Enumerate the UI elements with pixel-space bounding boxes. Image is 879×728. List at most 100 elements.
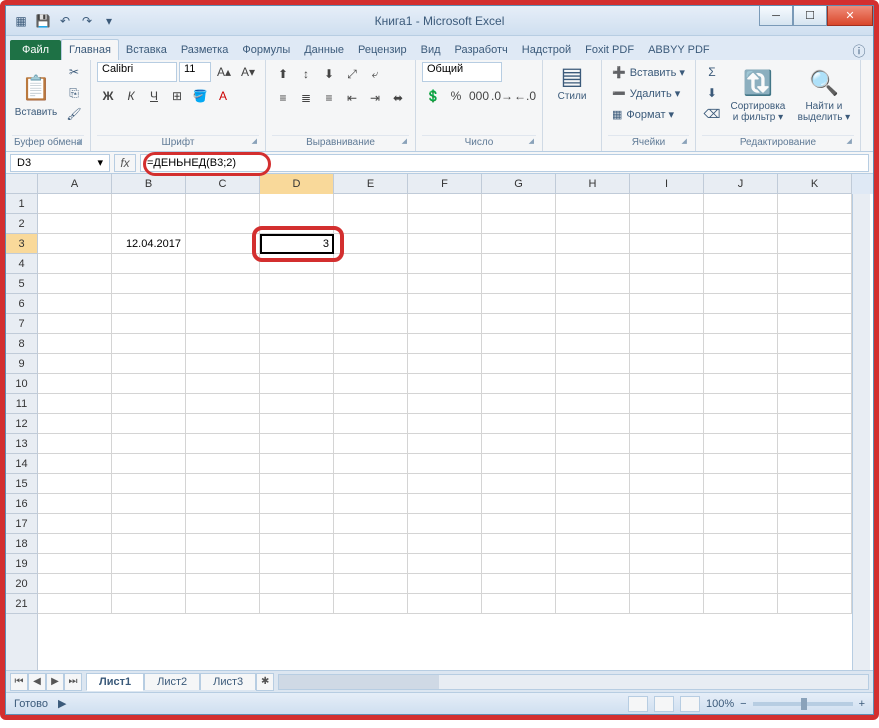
cell-C6[interactable] [186, 294, 260, 314]
cell-K14[interactable] [778, 454, 852, 474]
cell-I4[interactable] [630, 254, 704, 274]
cell-A6[interactable] [38, 294, 112, 314]
cell-H6[interactable] [556, 294, 630, 314]
find-select-button[interactable]: 🔍 Найти и выделить ▾ [794, 62, 854, 128]
cell-C18[interactable] [186, 534, 260, 554]
cell-A14[interactable] [38, 454, 112, 474]
row-header-8[interactable]: 8 [6, 334, 37, 354]
sheet-nav-first[interactable]: ⏮ [10, 673, 28, 691]
cell-J2[interactable] [704, 214, 778, 234]
cell-J13[interactable] [704, 434, 778, 454]
cell-I11[interactable] [630, 394, 704, 414]
cell-K9[interactable] [778, 354, 852, 374]
formula-input[interactable]: =ДЕНЬНЕД(B3;2) [140, 154, 869, 172]
tab-review[interactable]: Рецензир [351, 40, 414, 60]
cell-B17[interactable] [112, 514, 186, 534]
cell-D19[interactable] [260, 554, 334, 574]
cell-A8[interactable] [38, 334, 112, 354]
zoom-in-button[interactable]: + [859, 698, 865, 710]
cell-B20[interactable] [112, 574, 186, 594]
tab-addins[interactable]: Надстрой [515, 40, 578, 60]
currency-button[interactable]: 💲 [422, 86, 444, 106]
cell-D4[interactable] [260, 254, 334, 274]
cell-J6[interactable] [704, 294, 778, 314]
cell-J16[interactable] [704, 494, 778, 514]
cell-G4[interactable] [482, 254, 556, 274]
horizontal-scrollbar[interactable] [278, 674, 869, 690]
cell-F21[interactable] [408, 594, 482, 614]
orientation-button[interactable]: ⤢ [341, 64, 363, 84]
cell-B12[interactable] [112, 414, 186, 434]
cell-F2[interactable] [408, 214, 482, 234]
cell-B7[interactable] [112, 314, 186, 334]
cell-F5[interactable] [408, 274, 482, 294]
cell-D1[interactable] [260, 194, 334, 214]
cell-F1[interactable] [408, 194, 482, 214]
row-header-3[interactable]: 3 [6, 234, 37, 254]
cell-B19[interactable] [112, 554, 186, 574]
cell-B13[interactable] [112, 434, 186, 454]
cell-G21[interactable] [482, 594, 556, 614]
row-header-5[interactable]: 5 [6, 274, 37, 294]
cell-F10[interactable] [408, 374, 482, 394]
cell-G2[interactable] [482, 214, 556, 234]
cell-K17[interactable] [778, 514, 852, 534]
cell-I3[interactable] [630, 234, 704, 254]
cell-D5[interactable] [260, 274, 334, 294]
cell-I20[interactable] [630, 574, 704, 594]
sort-filter-button[interactable]: 🔃 Сортировка и фильтр ▾ [726, 62, 790, 128]
align-bottom-button[interactable]: ⬇ [318, 64, 340, 84]
select-all-corner[interactable] [6, 174, 38, 194]
cell-K18[interactable] [778, 534, 852, 554]
cell-A10[interactable] [38, 374, 112, 394]
cell-F4[interactable] [408, 254, 482, 274]
row-header-2[interactable]: 2 [6, 214, 37, 234]
tab-developer[interactable]: Разработч [448, 40, 515, 60]
sheet-tab-3[interactable]: Лист3 [200, 673, 256, 690]
cell-C14[interactable] [186, 454, 260, 474]
row-header-6[interactable]: 6 [6, 294, 37, 314]
comma-button[interactable]: 000 [468, 86, 490, 106]
cell-H2[interactable] [556, 214, 630, 234]
cell-K11[interactable] [778, 394, 852, 414]
cell-H11[interactable] [556, 394, 630, 414]
decrease-font-button[interactable]: A▾ [237, 62, 259, 82]
row-header-7[interactable]: 7 [6, 314, 37, 334]
cell-H7[interactable] [556, 314, 630, 334]
cell-F13[interactable] [408, 434, 482, 454]
cell-J15[interactable] [704, 474, 778, 494]
cell-H15[interactable] [556, 474, 630, 494]
cell-B14[interactable] [112, 454, 186, 474]
cell-D18[interactable] [260, 534, 334, 554]
fill-button[interactable]: ⬇ [702, 83, 722, 103]
cell-H21[interactable] [556, 594, 630, 614]
cell-A1[interactable] [38, 194, 112, 214]
zoom-out-button[interactable]: − [740, 698, 746, 710]
cell-C19[interactable] [186, 554, 260, 574]
cell-E13[interactable] [334, 434, 408, 454]
align-center-button[interactable]: ≣ [295, 88, 317, 108]
cell-C2[interactable] [186, 214, 260, 234]
view-break-button[interactable] [680, 696, 700, 712]
cell-C17[interactable] [186, 514, 260, 534]
cell-G11[interactable] [482, 394, 556, 414]
styles-button[interactable]: ▤ Стили [549, 62, 595, 128]
cell-I14[interactable] [630, 454, 704, 474]
cell-E11[interactable] [334, 394, 408, 414]
cell-C9[interactable] [186, 354, 260, 374]
cell-G16[interactable] [482, 494, 556, 514]
cell-I21[interactable] [630, 594, 704, 614]
cell-A17[interactable] [38, 514, 112, 534]
cell-H9[interactable] [556, 354, 630, 374]
cell-D10[interactable] [260, 374, 334, 394]
cell-E2[interactable] [334, 214, 408, 234]
row-header-18[interactable]: 18 [6, 534, 37, 554]
cell-J19[interactable] [704, 554, 778, 574]
help-button[interactable]: ⓘ [849, 40, 869, 60]
cell-B15[interactable] [112, 474, 186, 494]
cell-A2[interactable] [38, 214, 112, 234]
cell-D9[interactable] [260, 354, 334, 374]
cell-C3[interactable] [186, 234, 260, 254]
cell-H4[interactable] [556, 254, 630, 274]
cell-C15[interactable] [186, 474, 260, 494]
